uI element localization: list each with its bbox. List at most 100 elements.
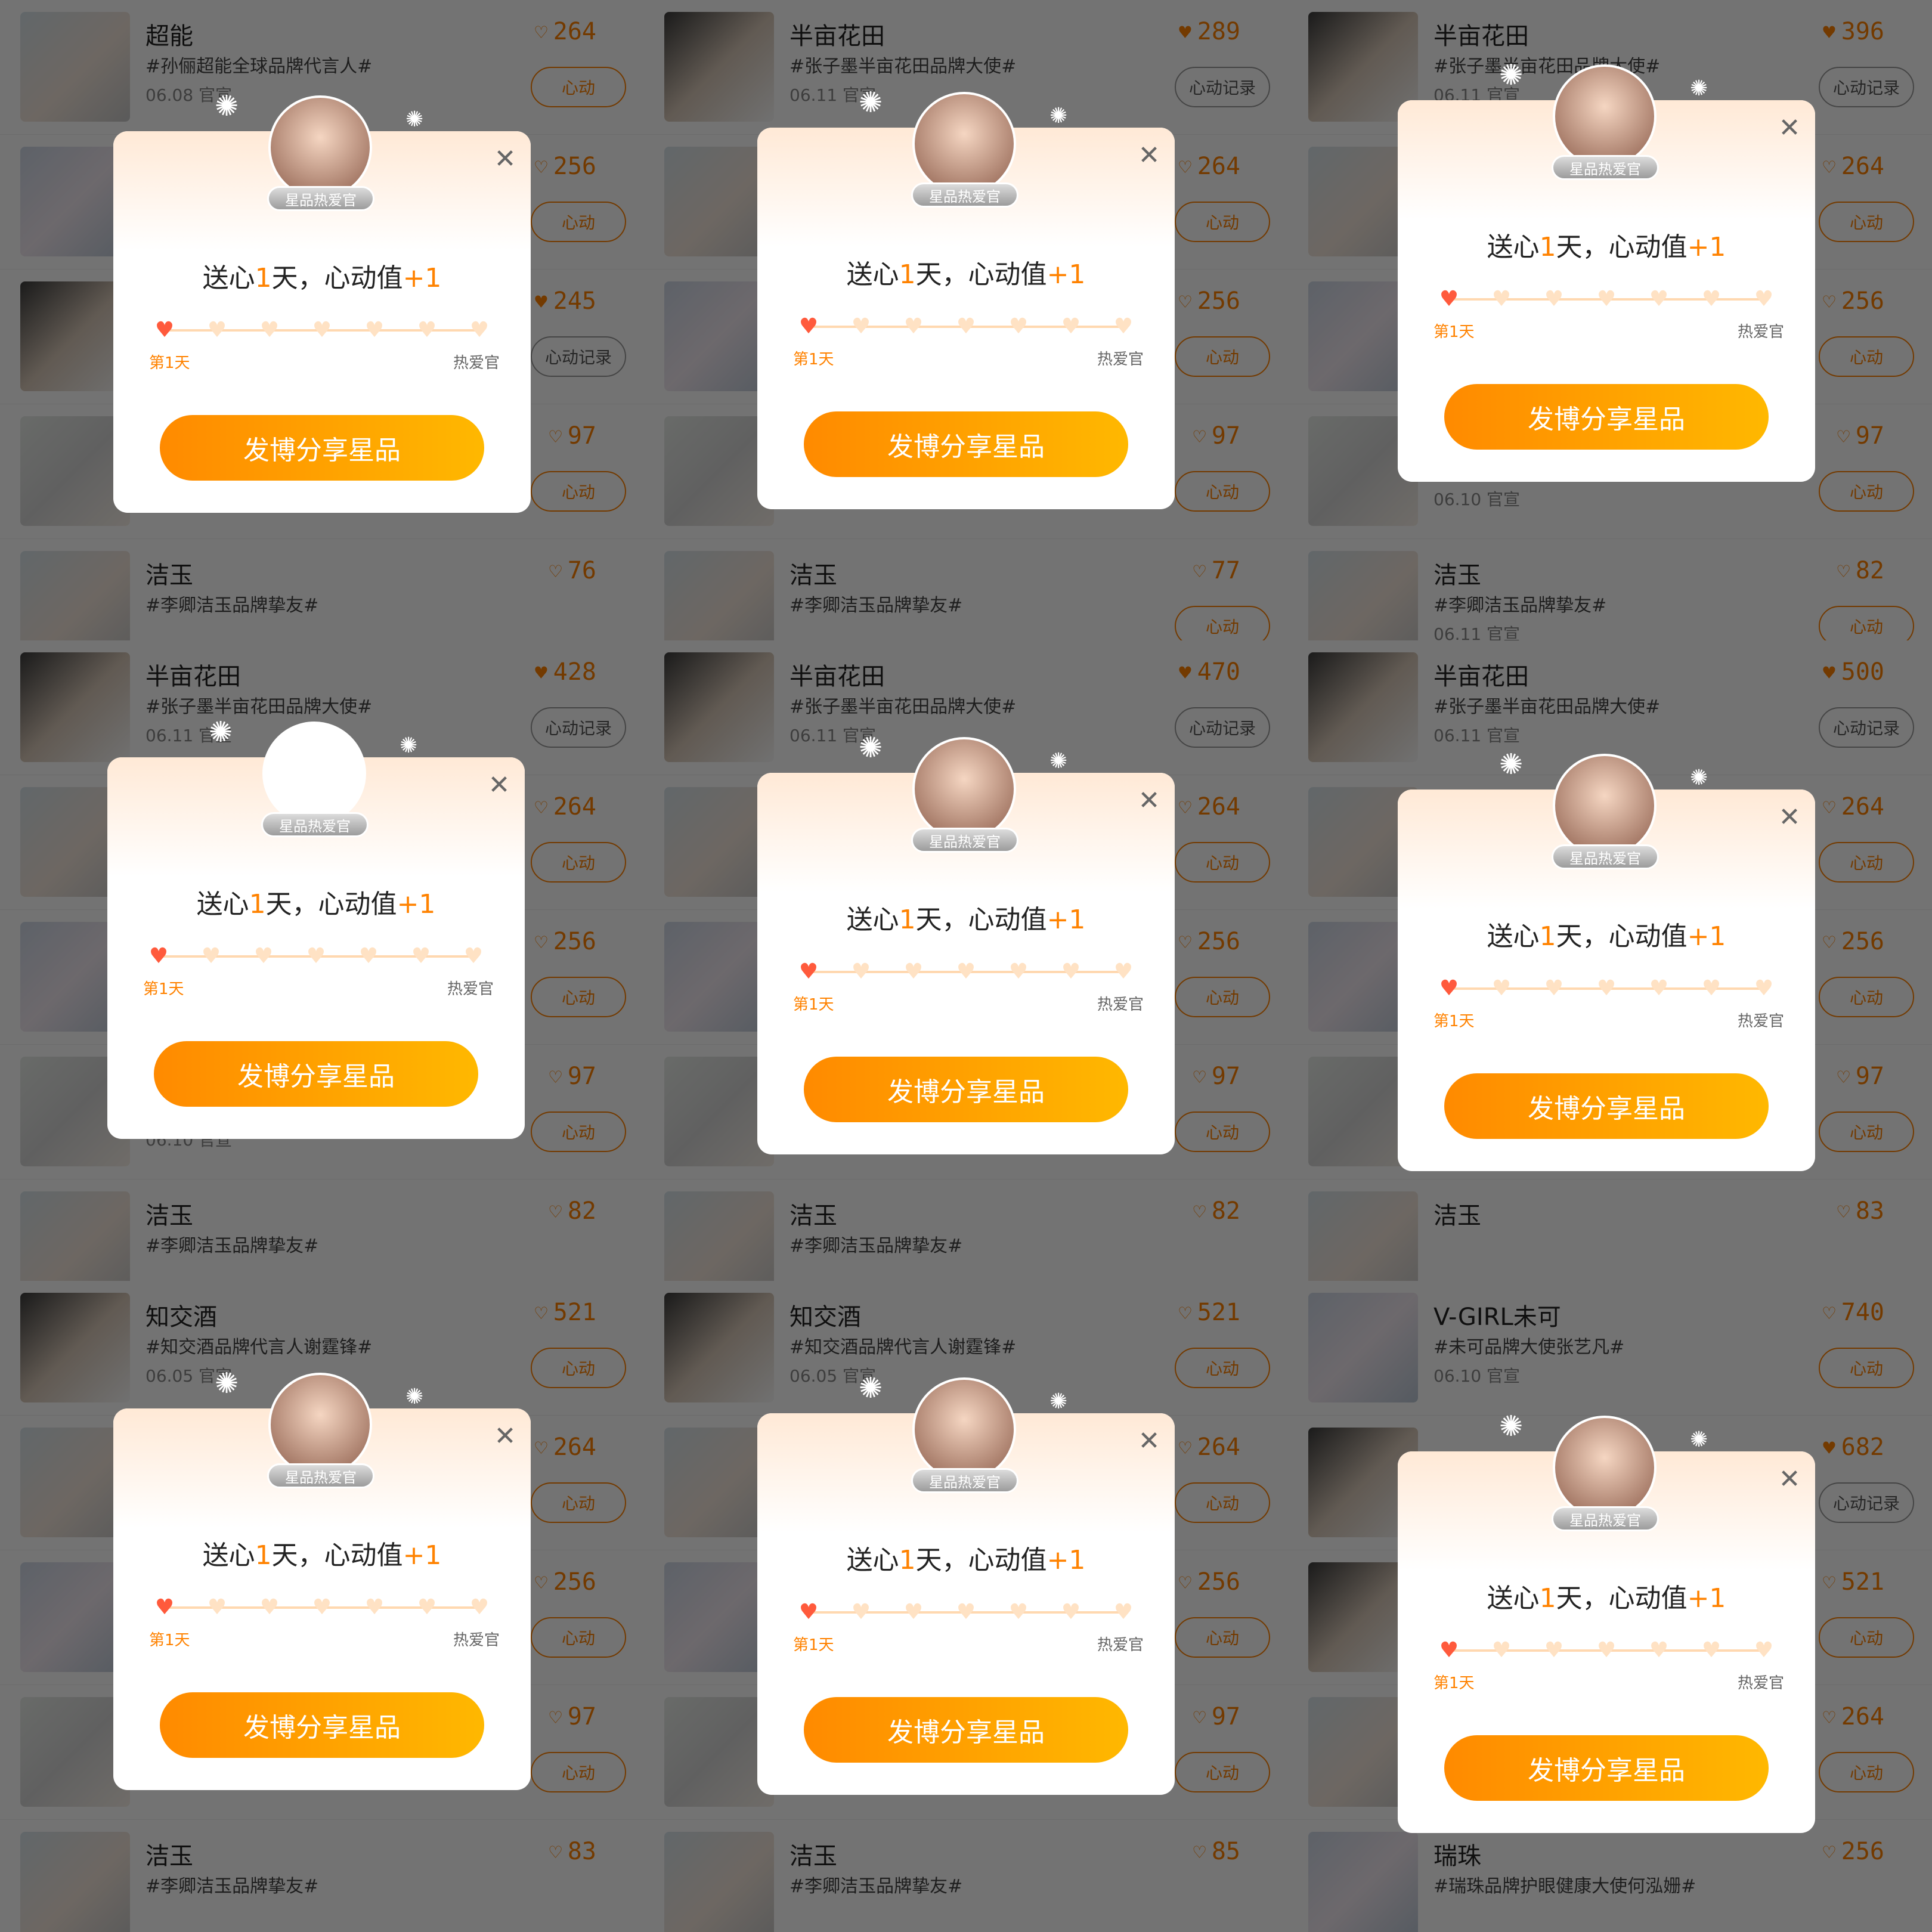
list-panel: 超能#孙俪超能全球品牌代言人#06.08 官宣♡264心动♡256心动♥245心…	[0, 0, 644, 1932]
close-icon[interactable]: ✕	[1134, 1426, 1164, 1456]
heart-outline-icon: ♥	[956, 1600, 976, 1624]
title-text: 天，心动值	[271, 1540, 403, 1571]
fan-badge: 星品热爱官	[911, 182, 1018, 208]
title-text: 送心	[202, 1540, 255, 1571]
day-progress: ♥ ♥ ♥ ♥ ♥ ♥ ♥	[1438, 1639, 1775, 1662]
fan-badge: 星品热爱官	[911, 1468, 1018, 1493]
heart-filled-icon: ♥	[154, 1595, 175, 1620]
heart-outline-icon: ♥	[851, 959, 871, 984]
close-icon[interactable]: ✕	[1134, 786, 1164, 816]
sparkle-icon: ✺	[400, 733, 418, 758]
progress-end-label: 热爱官	[453, 354, 500, 372]
heart-outline-icon: ♥	[1544, 287, 1564, 311]
gift-popup: ✺ ✺ 星品热爱官 ✕ 送心1天，心动值+1 ♥ ♥ ♥ ♥ ♥ ♥ ♥ 第1天 热爱官 发博分享星品	[1398, 748, 1815, 1171]
heart-outline-icon: ♥	[411, 944, 431, 968]
day-count: 1	[1539, 232, 1556, 262]
close-icon[interactable]: ✕	[1134, 141, 1164, 171]
share-post-button[interactable]: 发博分享星品	[160, 1692, 484, 1758]
heart-outline-icon: ♥	[1113, 1600, 1134, 1624]
popup-title: 送心1天，心动值+1	[1398, 1577, 1815, 1615]
title-text: 送心	[202, 263, 255, 293]
heart-outline-icon: ♥	[312, 1595, 332, 1620]
heart-outline-icon: ♥	[1008, 1600, 1029, 1624]
progress-start-label: 第1天	[149, 1631, 190, 1649]
heart-filled-icon: ♥	[798, 959, 819, 984]
user-avatar	[912, 1377, 1016, 1481]
share-post-button[interactable]: 发博分享星品	[1444, 384, 1769, 450]
share-post-button[interactable]: 发博分享星品	[154, 1041, 478, 1107]
share-post-button[interactable]: 发博分享星品	[1444, 1073, 1769, 1139]
heart-outline-icon: ♥	[1649, 1638, 1669, 1662]
day-count: 1	[899, 1545, 916, 1575]
close-icon[interactable]: ✕	[490, 1422, 520, 1451]
progress-start-label: 第1天	[1433, 1674, 1475, 1692]
close-icon[interactable]: ✕	[490, 144, 520, 174]
title-text: 天，心动值	[1556, 1583, 1688, 1614]
popup-title: 送心1天，心动值+1	[1398, 915, 1815, 953]
sparkle-icon: ✺	[1690, 1428, 1708, 1452]
list-panel: 半亩花田#张子墨半亩花田品牌大使#06.11 官宣♥289心动记录♡264心动♡…	[644, 0, 1288, 1932]
heart-value-increment: +1	[1046, 259, 1086, 290]
heart-outline-icon: ♥	[1754, 287, 1774, 311]
heart-outline-icon: ♥	[463, 944, 484, 968]
day-progress: ♥ ♥ ♥ ♥ ♥ ♥ ♥	[148, 945, 484, 968]
heart-value-increment: +1	[1046, 905, 1086, 935]
heart-filled-icon: ♥	[798, 314, 819, 339]
heart-value-increment: +1	[397, 889, 436, 919]
sparkle-icon: ✺	[209, 716, 233, 749]
share-post-button[interactable]: 发博分享星品	[804, 1697, 1128, 1763]
sparkle-icon: ✺	[859, 86, 883, 119]
sparkle-icon: ✺	[1049, 749, 1068, 773]
day-count: 1	[249, 889, 266, 919]
title-text: 送心	[1487, 232, 1540, 262]
day-progress: ♥ ♥ ♥ ♥ ♥ ♥ ♥	[1438, 287, 1775, 311]
day-count: 1	[899, 905, 916, 935]
popup-title: 送心1天，心动值+1	[113, 1534, 531, 1572]
heart-outline-icon: ♥	[1701, 976, 1722, 1001]
sparkle-icon: ✺	[405, 107, 424, 132]
progress-end-label: 热爱官	[1737, 323, 1784, 341]
user-avatar	[912, 92, 1016, 196]
share-post-button[interactable]: 发博分享星品	[804, 411, 1128, 477]
heart-outline-icon: ♥	[1701, 287, 1722, 311]
heart-filled-icon: ♥	[1439, 1638, 1459, 1662]
heart-filled-icon: ♥	[798, 1600, 819, 1624]
sparkle-icon: ✺	[1690, 76, 1708, 101]
heart-outline-icon: ♥	[469, 1595, 490, 1620]
user-avatar	[262, 722, 366, 825]
popup-title: 送心1天，心动值+1	[107, 883, 525, 921]
title-text: 天，心动值	[915, 259, 1047, 290]
day-progress: ♥ ♥ ♥ ♥ ♥ ♥ ♥	[798, 315, 1134, 339]
share-post-button[interactable]: 发博分享星品	[804, 1057, 1128, 1122]
heart-outline-icon: ♥	[207, 318, 227, 342]
title-text: 天，心动值	[271, 263, 403, 293]
heart-value-increment: +1	[1687, 921, 1726, 952]
heart-filled-icon: ♥	[148, 944, 169, 968]
progress-start-label: 第1天	[149, 354, 190, 372]
heart-outline-icon: ♥	[469, 318, 490, 342]
close-icon[interactable]: ✕	[1775, 113, 1804, 143]
heart-outline-icon: ♥	[956, 959, 976, 984]
close-icon[interactable]: ✕	[1775, 1465, 1804, 1494]
title-text: 送心	[846, 259, 899, 290]
heart-value-increment: +1	[1046, 1545, 1086, 1575]
heart-outline-icon: ♥	[1113, 959, 1134, 984]
share-post-button[interactable]: 发博分享星品	[160, 415, 484, 481]
title-text: 送心	[1487, 1583, 1540, 1614]
close-icon[interactable]: ✕	[1775, 803, 1804, 832]
close-icon[interactable]: ✕	[484, 770, 514, 800]
user-avatar	[1553, 1416, 1657, 1519]
heart-outline-icon: ♥	[364, 1595, 385, 1620]
sparkle-icon: ✺	[1499, 1410, 1524, 1443]
user-avatar	[1553, 64, 1657, 168]
share-post-button[interactable]: 发博分享星品	[1444, 1735, 1769, 1801]
day-progress: ♥ ♥ ♥ ♥ ♥ ♥ ♥	[154, 1596, 490, 1620]
day-count: 1	[899, 259, 916, 290]
progress-end-label: 热爱官	[1097, 351, 1144, 369]
heart-outline-icon: ♥	[1649, 976, 1669, 1001]
heart-filled-icon: ♥	[1439, 976, 1459, 1001]
heart-outline-icon: ♥	[207, 1595, 227, 1620]
popup-title: 送心1天，心动值+1	[757, 253, 1175, 291]
heart-value-increment: +1	[402, 1540, 442, 1571]
heart-outline-icon: ♥	[903, 314, 924, 339]
